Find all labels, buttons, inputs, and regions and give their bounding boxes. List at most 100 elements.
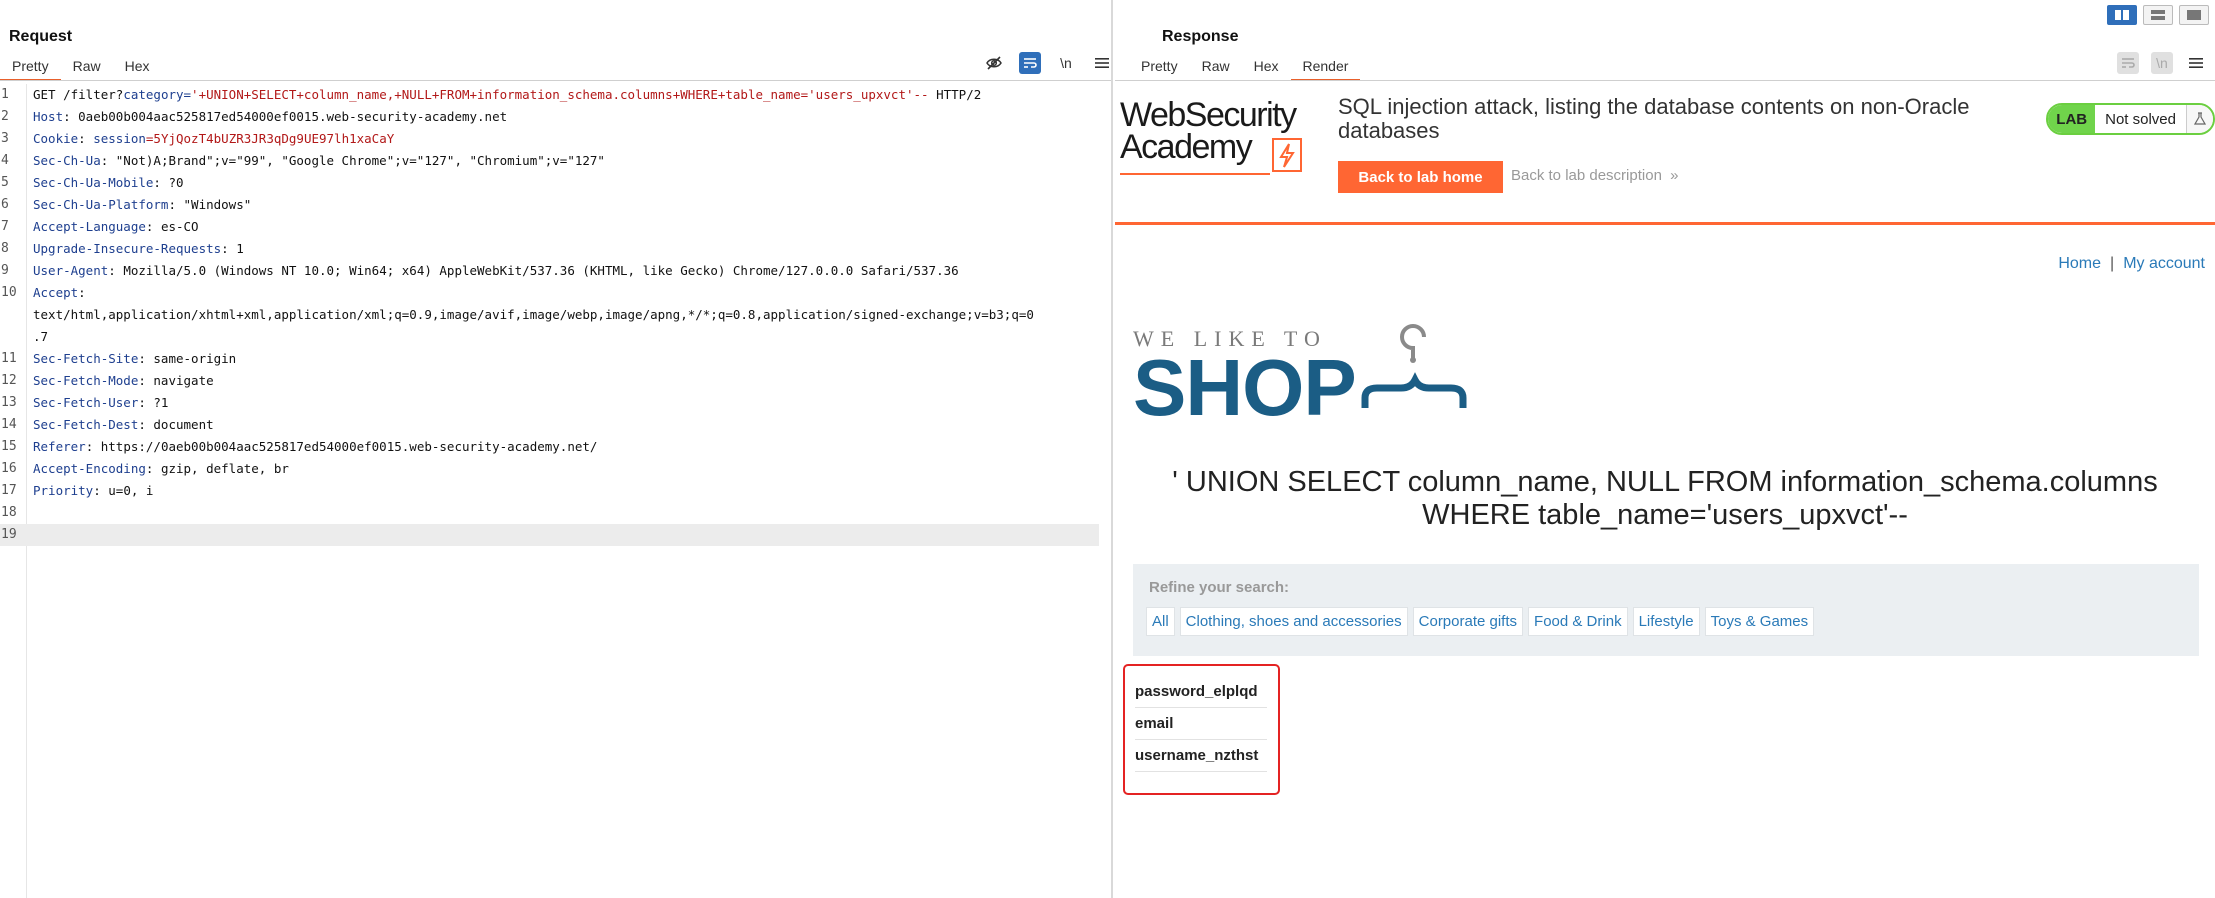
line-content: Sec-Fetch-Site: same-origin — [27, 348, 236, 370]
newline-toggle[interactable]: \n — [1055, 52, 1077, 74]
split-columns-icon[interactable] — [2107, 5, 2137, 25]
line-number: 1 — [1, 87, 9, 102]
code-line[interactable]: 4 Sec-Ch-Ua: "Not)A;Brand";v="99", "Googl… — [0, 150, 1099, 172]
header-key: Accept-Language — [33, 219, 146, 234]
code-line[interactable]: 14 Sec-Fetch-Dest: document — [0, 414, 1099, 436]
code-line[interactable]: 1 GET /filter?category='+UNION+SELECT+col… — [0, 84, 1099, 106]
code-line[interactable]: 10 Accept: — [0, 282, 1099, 304]
nav-home-link[interactable]: Home — [2058, 255, 2101, 272]
response-tab-raw[interactable]: Raw — [1190, 55, 1242, 81]
word-wrap-icon[interactable] — [2117, 52, 2139, 74]
line-content: GET /filter?category='+UNION+SELECT+colu… — [27, 84, 981, 106]
request-editor[interactable]: 1 GET /filter?category='+UNION+SELECT+col… — [0, 84, 1111, 898]
code-line[interactable]: 18 — [0, 502, 1099, 524]
word-wrap-icon[interactable] — [1019, 52, 1041, 74]
line-text: : — [78, 285, 86, 300]
line-text: : es-CO — [145, 219, 199, 234]
lab-status: Not solved — [2095, 105, 2187, 133]
newline-toggle[interactable]: \n — [2151, 52, 2173, 74]
request-tab-pretty[interactable]: Pretty — [0, 55, 61, 81]
header-key: Sec-Fetch-Site — [33, 351, 139, 366]
line-text: : 0aeb00b004aac525817ed54000ef0015.web-s… — [63, 109, 508, 124]
line-content: Sec-Fetch-Dest: document — [27, 414, 214, 436]
line-content: Sec-Fetch-Mode: navigate — [27, 370, 214, 392]
line-number: 13 — [1, 395, 17, 410]
filter-food-drink[interactable]: Food & Drink — [1528, 607, 1628, 636]
code-line[interactable]: 3 Cookie: session=5YjQozT4bUZR3JR3qDg9UE9… — [0, 128, 1099, 150]
back-to-lab-description-link[interactable]: Back to lab description » — [1511, 167, 1678, 184]
request-title: Request — [9, 28, 73, 45]
code-line[interactable]: 19 — [0, 524, 1099, 546]
request-tab-divider — [0, 80, 1111, 81]
back-to-lab-home-button[interactable]: Back to lab home — [1338, 161, 1503, 193]
line-content: Priority: u=0, i — [27, 480, 153, 502]
line-number: 12 — [1, 373, 17, 388]
header-key: session — [93, 131, 146, 146]
code-line[interactable]: 15 Referer: https://0aeb00b004aac525817ed… — [0, 436, 1099, 458]
line-number: 11 — [1, 351, 17, 366]
hanger-icon — [1361, 324, 1467, 408]
eye-slash-icon[interactable] — [983, 52, 1005, 74]
line-text: : 1 — [221, 241, 244, 256]
filter-lifestyle[interactable]: Lifestyle — [1632, 607, 1700, 636]
result-row: password_elplqd — [1135, 676, 1267, 708]
line-number: 5 — [1, 175, 9, 190]
line-text: : "Windows" — [168, 197, 252, 212]
response-tab-pretty[interactable]: Pretty — [1129, 55, 1190, 81]
code-line[interactable]: 5 Sec-Ch-Ua-Mobile: ?0 — [0, 172, 1099, 194]
code-line[interactable]: 12 Sec-Fetch-Mode: navigate — [0, 370, 1099, 392]
code-line[interactable]: 2 Host: 0aeb00b004aac525817ed54000ef0015.… — [0, 106, 1099, 128]
code-line[interactable]: .7 — [0, 326, 1099, 348]
line-text: text/html,application/xhtml+xml,applicat… — [33, 307, 1034, 322]
code-line[interactable]: 9 User-Agent: Mozilla/5.0 (Windows NT 10.… — [0, 260, 1099, 282]
line-number: 14 — [1, 417, 17, 432]
filter-clothing[interactable]: Clothing, shoes and accessories — [1179, 607, 1408, 636]
filter-toys-games[interactable]: Toys & Games — [1704, 607, 1815, 636]
header-key: Sec-Fetch-Mode — [33, 373, 139, 388]
nav-my-account-link[interactable]: My account — [2123, 255, 2205, 272]
line-number: 6 — [1, 197, 9, 212]
request-tabs: Pretty Raw Hex — [0, 55, 162, 81]
request-tab-raw[interactable]: Raw — [61, 55, 113, 81]
line-content — [27, 524, 33, 546]
single-pane-icon[interactable] — [2179, 5, 2209, 25]
request-pane: Request Pretty Raw Hex \n 1 GET /filter?c… — [0, 0, 1113, 898]
response-tab-hex[interactable]: Hex — [1242, 55, 1291, 81]
header-key: Sec-Ch-Ua — [33, 153, 101, 168]
line-content: Accept-Language: es-CO — [27, 216, 199, 238]
code-line[interactable]: 6 Sec-Ch-Ua-Platform: "Windows" — [0, 194, 1099, 216]
line-content: Accept: — [27, 282, 86, 304]
line-number: 4 — [1, 153, 9, 168]
header-key: Priority — [33, 483, 94, 498]
code-line[interactable]: 17 Priority: u=0, i — [0, 480, 1099, 502]
layout-switcher — [2107, 5, 2209, 25]
code-line[interactable]: 11 Sec-Fetch-Site: same-origin — [0, 348, 1099, 370]
line-text: : navigate — [138, 373, 214, 388]
request-tab-hex[interactable]: Hex — [113, 55, 162, 81]
shop-logo: WE LIKE TO SHOP — [1133, 324, 1467, 428]
code-line[interactable]: 7 Accept-Language: es-CO — [0, 216, 1099, 238]
split-rows-icon[interactable] — [2143, 5, 2173, 25]
web-security-academy-logo[interactable]: WebSecurity Academy — [1120, 98, 1320, 178]
result-row: email — [1135, 708, 1267, 740]
header-key: Referer — [33, 439, 86, 454]
code-line[interactable]: 13 Sec-Fetch-User: ?1 — [0, 392, 1099, 414]
line-text: : same-origin — [138, 351, 237, 366]
desc-link-label: Back to lab description — [1511, 167, 1662, 184]
hamburger-menu-icon[interactable] — [2185, 52, 2207, 74]
line-number: 9 — [1, 263, 9, 278]
header-key: Cookie — [33, 131, 79, 146]
line-content: Accept-Encoding: gzip, deflate, br — [27, 458, 289, 480]
logo-line-1: WebSecurity — [1120, 96, 1297, 134]
line-number: 10 — [1, 285, 17, 300]
response-tab-render[interactable]: Render — [1290, 55, 1361, 81]
code-line[interactable]: text/html,application/xhtml+xml,applicat… — [0, 304, 1099, 326]
category-filters: All Clothing, shoes and accessories Corp… — [1146, 607, 1815, 636]
line-content: Referer: https://0aeb00b004aac525817ed54… — [27, 436, 597, 458]
filter-corporate-gifts[interactable]: Corporate gifts — [1412, 607, 1524, 636]
code-line[interactable]: 8 Upgrade-Insecure-Requests: 1 — [0, 238, 1099, 260]
code-line[interactable]: 16 Accept-Encoding: gzip, deflate, br — [0, 458, 1099, 480]
hamburger-menu-icon[interactable] — [1091, 52, 1113, 74]
filter-all[interactable]: All — [1146, 607, 1175, 636]
line-number: 19 — [1, 527, 17, 542]
